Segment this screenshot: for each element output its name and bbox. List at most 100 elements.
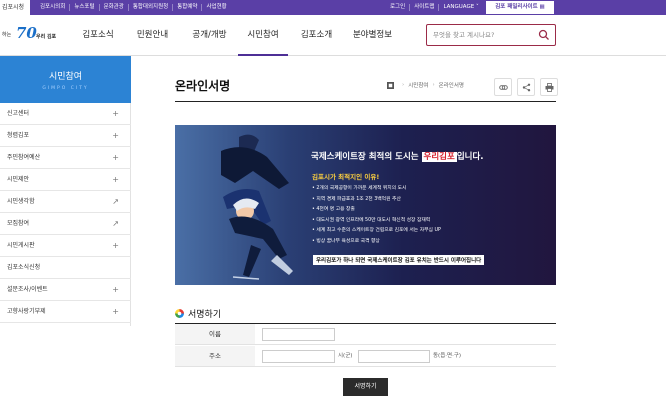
nav-citizen-participation[interactable]: 시민참여 <box>238 15 288 56</box>
search-icon[interactable] <box>538 29 550 41</box>
logo-name: 우리 김포 <box>36 34 57 40</box>
login-link[interactable]: 로그인 <box>386 4 411 11</box>
reason-item: • 빙상 꿈나무 육성으로 국격 향상 <box>312 238 380 244</box>
share-button[interactable] <box>517 78 535 96</box>
sidebar-title: 시민참여 <box>48 72 83 82</box>
reason-item: • 대도시권 광역 인프라에 50만 대도시 혁신적 성장 잠재력 <box>312 217 431 223</box>
language-select[interactable]: LANGUAGE ˅ <box>439 4 482 11</box>
campaign-banner: 국제스케이트장 최적의 도시는 우리김포 입니다. 김포시가 최적지인 이유! •… <box>175 125 556 285</box>
dong-unit-label: 동(읍·면·구) <box>433 353 462 359</box>
top-link[interactable]: 뉴스포털 <box>70 4 100 11</box>
breadcrumb: › 시민참여 › 온라인서명 <box>387 80 464 90</box>
top-right-links: 로그인 사이트맵 LANGUAGE ˅ <box>386 0 483 15</box>
banner-subheading: 김포시가 최적지인 이유! <box>312 173 380 181</box>
city-field[interactable] <box>262 350 335 363</box>
sidebar-item-label: 모집참여 <box>7 220 30 227</box>
top-utility-bar: 김포시청 김포시의회 뉴스포털 문화관광 통합대외지원청 통합예약 사업현황 로… <box>0 0 666 15</box>
sign-form-title: 서명하기 <box>188 310 222 320</box>
banner-highlight: 우리김포 <box>421 152 457 162</box>
sidebar-header: 시민참여 GIMPO CITY <box>0 56 131 103</box>
sign-submit-button[interactable]: 서명하기 <box>343 378 388 396</box>
banner-headline-text: 국제스케이트장 최적의 도시는 <box>311 152 422 162</box>
nav-field-info[interactable]: 분야별정보 <box>345 15 400 56</box>
site-name-link[interactable]: 김포시청 <box>0 0 30 15</box>
sitemap-link[interactable]: 사이트맵 <box>410 4 440 11</box>
name-label: 이름 <box>175 324 255 344</box>
top-links: 김포시의회 뉴스포털 문화관광 통합대외지원청 통합예약 사업현황 <box>36 0 231 15</box>
plus-icon: + <box>112 131 119 140</box>
page-tools <box>494 78 558 96</box>
city-logo[interactable]: 하는 70 우리 김포 <box>2 23 62 49</box>
sidebar-item-opinion[interactable]: 시민생각함 ↗ <box>0 191 131 213</box>
sidebar-item-report-center[interactable]: 신고센터 + <box>0 103 131 125</box>
top-link[interactable]: 통합대외지원청 <box>129 4 174 11</box>
plus-icon: + <box>112 241 119 250</box>
home-icon[interactable] <box>387 81 394 89</box>
name-row: 이름 <box>175 324 556 345</box>
top-link[interactable]: 통합예약 <box>173 4 203 11</box>
external-link-icon: ↗ <box>112 219 119 228</box>
sidebar-item-label: 주민참여예산 <box>7 154 41 161</box>
print-button[interactable] <box>540 78 558 96</box>
plus-icon: + <box>112 175 119 184</box>
sidebar-item-survey[interactable]: 설문조사/이벤트 + <box>0 279 131 301</box>
page-title: 온라인서명 <box>175 79 231 93</box>
sidebar-item-newsletter[interactable]: 김포소식신청 <box>0 257 131 279</box>
breadcrumb-item[interactable]: 시민참여 <box>408 81 428 89</box>
nav-civil-service[interactable]: 민원안내 <box>124 15 181 56</box>
search-box <box>426 24 556 46</box>
logo-number: 70 <box>16 24 37 42</box>
reason-item: • 세계 최고 수준의 스케이트장 건립으로 김포에 서는 자부심 UP <box>312 228 441 233</box>
breadcrumb-current: 온라인서명 <box>438 83 464 89</box>
title-divider <box>175 101 556 102</box>
banner-footer: 우리김포가 하나 되면 국제스케이트장 김포 유치는 반드시 이루어집니다 <box>313 255 485 265</box>
plus-icon: + <box>112 307 119 316</box>
sidebar-item-integrity[interactable]: 청렴김포 + <box>0 125 131 147</box>
sidebar-item-label: 시민게시판 <box>7 242 35 249</box>
print-icon <box>545 82 553 92</box>
nav-news[interactable]: 김포소식 <box>72 15 124 56</box>
main-nav: 김포소식 민원안내 공개/개방 시민참여 김포소개 분야별정보 <box>72 15 400 56</box>
link-icon <box>498 84 508 90</box>
speed-skater-illustration <box>221 134 293 280</box>
breadcrumb-separator-icon: › <box>432 82 435 88</box>
sidebar-menu: 신고센터 + 청렴김포 + 주민참여예산 + 시민제안 + 시민생각함 ↗ 모집참여 ↗ 시… <box>0 103 131 323</box>
sidebar-item-proposal[interactable]: 시민제안 + <box>0 169 131 191</box>
search-input[interactable] <box>433 28 533 42</box>
main-header: 하는 70 우리 김포 김포소식 민원안내 공개/개방 시민참여 김포소개 분야… <box>0 15 666 56</box>
external-link-icon: ↗ <box>112 197 119 206</box>
breadcrumb-separator-icon: › <box>402 82 405 88</box>
city-unit-label: 시(군) <box>338 353 353 359</box>
logo-prefix: 하는 <box>2 32 12 38</box>
banner-headline-suffix: 입니다. <box>456 152 484 162</box>
sidebar: 시민참여 GIMPO CITY 신고센터 + 청렴김포 + 주민참여예산 + 시민제안… <box>0 56 131 326</box>
sign-form-heading: 서명하기 <box>175 307 221 320</box>
nav-open-data[interactable]: 공개/개방 <box>181 15 238 56</box>
sidebar-item-recruit[interactable]: 모집참여 ↗ <box>0 213 131 235</box>
sidebar-item-donation[interactable]: 고향사랑기부제 + <box>0 301 131 323</box>
top-link[interactable]: 사업현황 <box>202 4 230 11</box>
sidebar-item-label: 설문조사/이벤트 <box>7 286 48 293</box>
sidebar-item-label: 김포소식신청 <box>7 264 41 271</box>
reason-item: • 지역 경제 파급효과 1조 2천 3백억원 추산 <box>312 196 401 202</box>
sidebar-item-budget[interactable]: 주민참여예산 + <box>0 147 131 169</box>
address-label: 주소 <box>175 346 255 366</box>
flower-icon <box>175 309 184 318</box>
sidebar-item-label: 고향사랑기부제 <box>7 308 46 315</box>
name-field[interactable] <box>262 328 335 341</box>
dong-field[interactable] <box>358 350 430 363</box>
top-link[interactable]: 김포시의회 <box>36 4 71 11</box>
reason-item: • 4천여 명 고용 창출 <box>312 207 355 212</box>
copy-link-button[interactable] <box>494 78 512 96</box>
family-site-button[interactable]: 김포 패밀리사이트 ▦ <box>486 1 554 14</box>
plus-icon: + <box>112 153 119 162</box>
reason-item: • 2개의 국제공항이 가까운 세계적 위치의 도시 <box>312 186 407 191</box>
address-row: 주소 시(군) 동(읍·면·구) <box>175 346 556 367</box>
top-link[interactable]: 문화관광 <box>100 4 129 11</box>
sidebar-item-label: 시민생각함 <box>7 198 35 205</box>
plus-icon: + <box>112 285 119 294</box>
plus-icon: + <box>112 109 119 118</box>
sidebar-item-label: 청렴김포 <box>7 132 30 139</box>
sidebar-item-board[interactable]: 시민게시판 + <box>0 235 131 257</box>
nav-about[interactable]: 김포소개 <box>288 15 345 56</box>
